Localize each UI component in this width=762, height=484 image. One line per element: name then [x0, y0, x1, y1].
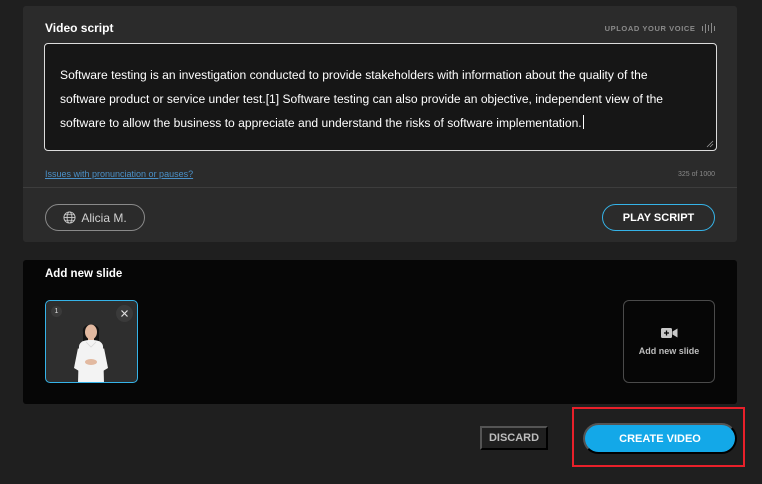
play-script-button[interactable]: PLAY SCRIPT — [602, 204, 715, 231]
upload-voice-label: UPLOAD YOUR VOICE — [604, 23, 696, 33]
create-video-button[interactable]: CREATE VIDEO — [583, 423, 737, 454]
sound-wave-icon — [701, 23, 715, 33]
slide-thumbnail[interactable]: 1 — [45, 300, 138, 383]
character-count: 325 of 1000 — [678, 171, 715, 178]
text-caret — [582, 115, 584, 129]
script-line-1: Software testing is an investigation con… — [60, 68, 648, 82]
video-script-title: Video script — [45, 21, 114, 35]
globe-icon — [63, 211, 76, 224]
slides-panel: Add new slide 1 Add new slide — [23, 260, 737, 404]
voice-selector-button[interactable]: Alicia M. — [45, 204, 145, 231]
discard-button[interactable]: DISCARD — [480, 426, 548, 450]
slide-number-badge: 1 — [51, 306, 62, 317]
close-icon[interactable] — [116, 305, 133, 322]
add-new-slide-label: Add new slide — [638, 346, 700, 356]
add-new-slide-button[interactable]: Add new slide — [623, 300, 715, 383]
add-video-icon — [660, 328, 677, 338]
voice-name: Alicia M. — [81, 210, 127, 225]
pronunciation-issues-link[interactable]: Issues with pronunciation or pauses? — [45, 169, 193, 179]
script-line-3: software to allow the business to apprec… — [60, 115, 584, 130]
slides-title: Add new slide — [45, 268, 123, 280]
panel-divider — [23, 187, 737, 188]
video-script-panel: Video script UPLOAD YOUR VOICE Software … — [23, 6, 737, 242]
avatar-presenter-image — [74, 324, 108, 382]
upload-voice-button[interactable]: UPLOAD YOUR VOICE — [605, 23, 715, 33]
script-line-2: software product or service under test.[… — [60, 92, 664, 106]
script-textarea[interactable]: Software testing is an investigation con… — [44, 43, 717, 151]
resize-handle-icon[interactable] — [706, 140, 714, 148]
